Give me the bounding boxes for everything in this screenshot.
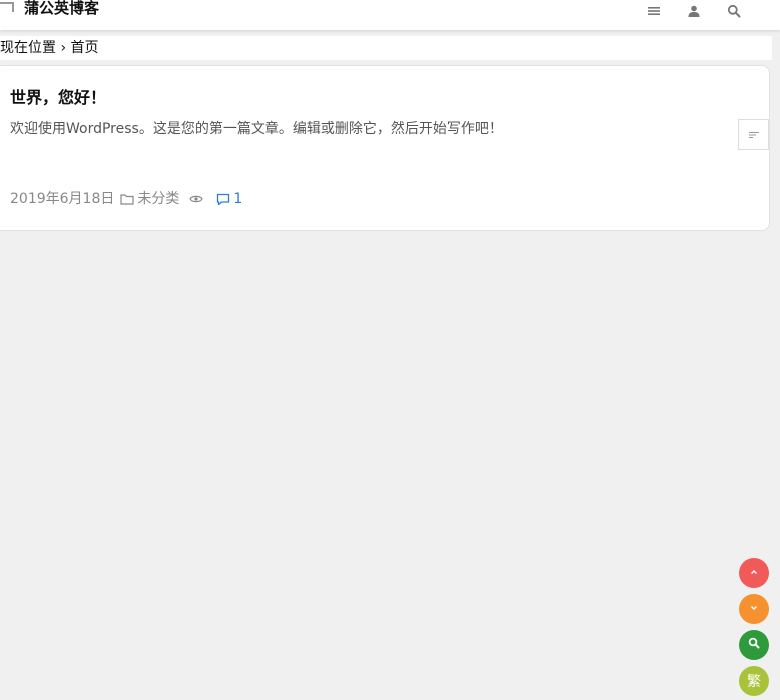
breadcrumb: 现在位置 › 首页 — [0, 36, 772, 60]
sort-icon — [748, 125, 760, 144]
post-meta: 2019年6月18日 未分类 1 — [10, 189, 242, 209]
breadcrumb-separator: › — [60, 40, 67, 56]
chevron-up-icon — [749, 565, 759, 581]
chevron-down-icon — [749, 601, 759, 617]
eye-icon — [189, 194, 204, 204]
traditional-chinese-button[interactable]: 繁 — [739, 666, 769, 696]
comments-link[interactable]: 1 — [206, 189, 242, 209]
comment-icon — [216, 193, 230, 206]
scroll-bottom-button[interactable] — [739, 594, 769, 624]
folder-icon — [120, 193, 134, 205]
scroll-top-button[interactable] — [739, 558, 769, 588]
post-category[interactable]: 未分类 — [137, 189, 179, 209]
site-header: 蒲公英博客 — [0, 0, 780, 30]
post-title[interactable]: 世界，您好！ — [10, 86, 106, 110]
breadcrumb-home-link[interactable]: 首页 — [71, 40, 99, 56]
site-title[interactable]: 蒲公英博客 — [24, 0, 99, 19]
float-search-button[interactable] — [739, 630, 769, 660]
user-icon[interactable] — [685, 2, 703, 20]
sort-button[interactable] — [738, 119, 769, 150]
post-date: 2019年6月18日 — [10, 191, 115, 207]
post-card: 世界，您好！ 欢迎使用WordPress。这是您的第一篇文章。编辑或删除它，然后… — [0, 65, 770, 231]
logo-icon[interactable] — [0, 2, 14, 12]
post-excerpt: 欢迎使用WordPress。这是您的第一篇文章。编辑或删除它，然后开始写作吧！ — [10, 121, 503, 137]
comment-count: 1 — [233, 191, 243, 207]
search-icon — [748, 637, 760, 653]
search-icon[interactable] — [725, 2, 743, 20]
breadcrumb-prefix: 现在位置 — [0, 40, 56, 56]
menu-icon[interactable] — [645, 2, 663, 20]
